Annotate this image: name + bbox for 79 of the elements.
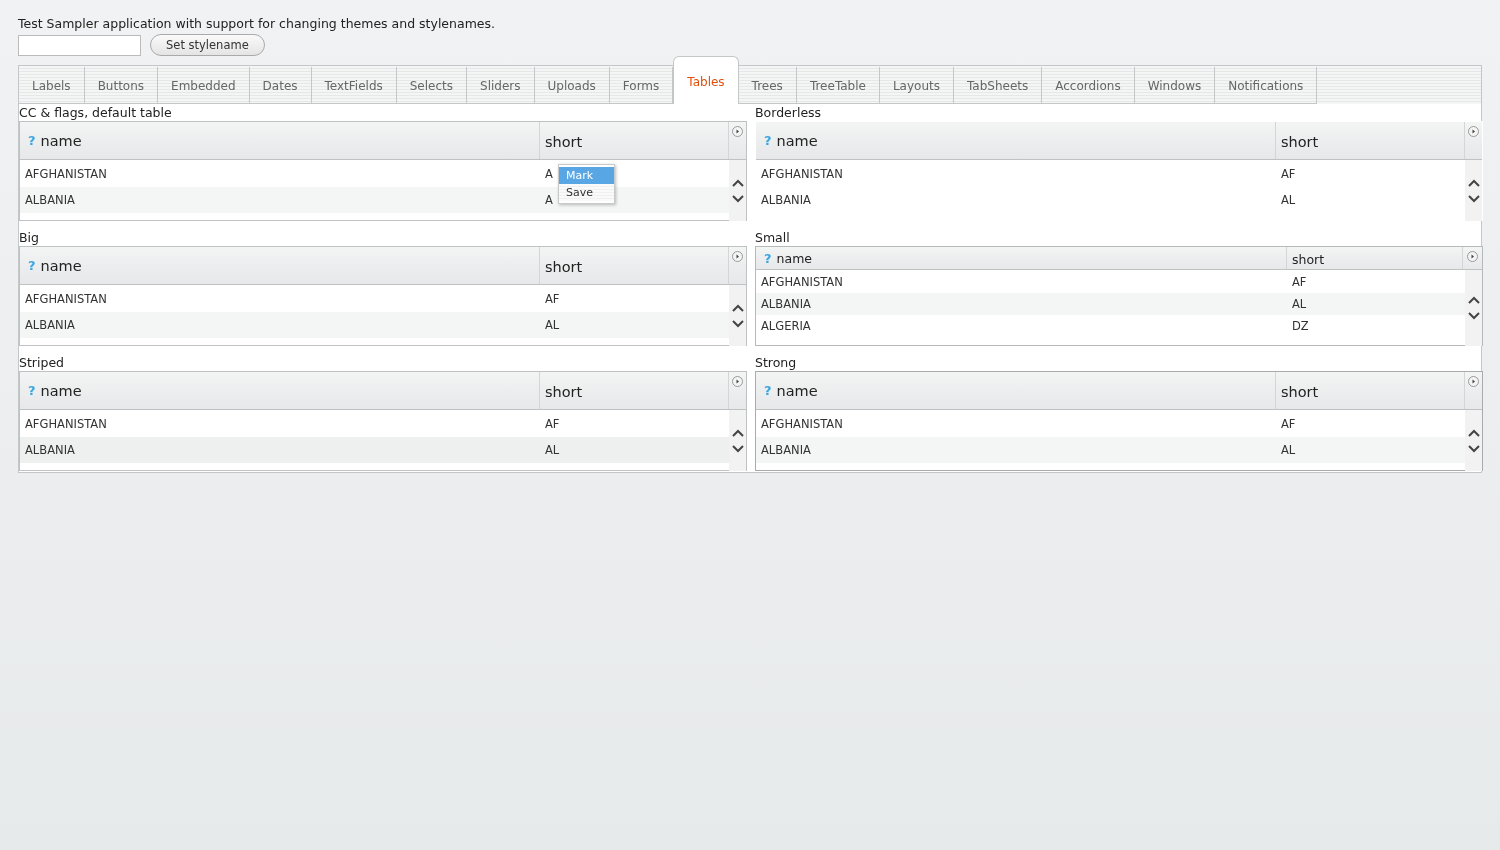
table-cell: AL — [1292, 297, 1307, 311]
column-selector-icon[interactable] — [1468, 376, 1479, 387]
table-cell-text: ALBANIA — [24, 443, 76, 457]
column-title: name — [40, 382, 82, 399]
column-header[interactable]: short — [540, 372, 729, 409]
table-cell-text: ALBANIA — [760, 443, 812, 457]
scroll-up-icon[interactable] — [731, 303, 744, 312]
column-title: name — [40, 257, 82, 274]
table-caption: Big — [19, 229, 40, 246]
table-cell-text: AFGHANISTAN — [760, 417, 844, 431]
help-icon: ? — [28, 258, 36, 273]
table-cell-text: AFGHANISTAN — [760, 167, 844, 181]
scroll-down-icon[interactable] — [731, 319, 744, 328]
help-icon: ? — [764, 383, 772, 398]
scroll-down-icon[interactable] — [1467, 194, 1480, 203]
column-title: name — [776, 382, 818, 399]
table-cell: AF — [545, 292, 560, 306]
table-caption: Small — [755, 229, 791, 246]
table-cell: DZ — [1292, 319, 1309, 333]
table-cell-text: AFGHANISTAN — [24, 292, 108, 306]
column-selector-icon[interactable] — [732, 126, 743, 137]
column-header[interactable]: ? name — [20, 372, 540, 409]
table-cell: AL — [545, 318, 560, 332]
table-cell: AL — [545, 443, 560, 457]
table-cell-text: ALBANIA — [760, 193, 812, 207]
set-stylename-button[interactable]: Set stylename — [150, 34, 265, 56]
table-cell-text: AFGHANISTAN — [760, 275, 844, 289]
column-selector-icon[interactable] — [1468, 126, 1479, 137]
column-selector-icon[interactable] — [732, 251, 743, 262]
help-icon: ? — [764, 250, 772, 266]
table-cell: AF — [1281, 417, 1296, 431]
description-text: Test Sampler application with support for changing themes and stylenames. — [18, 16, 496, 32]
scroll-down-icon[interactable] — [1467, 312, 1480, 320]
column-header[interactable]: ? name — [756, 372, 1276, 409]
table-cell: AF — [545, 417, 560, 431]
column-title: name — [776, 132, 818, 149]
help-icon: ? — [764, 133, 772, 148]
scroll-up-icon[interactable] — [731, 428, 744, 437]
column-selector-icon[interactable] — [732, 376, 743, 387]
table-cell-text: AFGHANISTAN — [24, 417, 108, 431]
column-title: name — [40, 132, 82, 149]
column-selector-icon[interactable] — [1467, 251, 1478, 262]
column-header[interactable]: ? name — [756, 247, 1287, 269]
table-caption: CC & flags, default table — [19, 104, 173, 121]
table-cell: AL — [1281, 443, 1296, 457]
table-cell: A — [545, 167, 553, 181]
scroll-down-icon[interactable] — [731, 444, 744, 453]
column-header[interactable]: short — [1276, 372, 1465, 409]
table-cell: AF — [1281, 167, 1296, 181]
column-header[interactable]: short — [1276, 122, 1465, 159]
scroll-up-icon[interactable] — [1467, 296, 1480, 304]
table-cell-text: ALBANIA — [24, 193, 76, 207]
table-caption: Borderless — [755, 104, 823, 121]
column-header[interactable]: short — [540, 247, 729, 284]
column-header[interactable]: ? name — [20, 122, 540, 159]
scroll-up-icon[interactable] — [1467, 178, 1480, 187]
help-icon: ? — [28, 133, 36, 148]
column-header[interactable]: short — [1287, 247, 1463, 269]
column-title: name — [776, 250, 812, 266]
help-icon: ? — [28, 383, 36, 398]
table-caption: Striped — [19, 354, 65, 371]
scroll-down-icon[interactable] — [731, 194, 744, 203]
table-cell: AL — [1281, 193, 1296, 207]
stylename-field[interactable] — [18, 34, 141, 56]
table-cell-text: ALGERIA — [760, 319, 812, 333]
scroll-down-icon[interactable] — [1467, 444, 1480, 453]
table-cell-text: AFGHANISTAN — [24, 167, 108, 181]
table-cell: A — [545, 193, 553, 207]
scroll-up-icon[interactable] — [1467, 428, 1480, 437]
tab[interactable]: Tables — [673, 56, 739, 104]
table-cell-text: ALBANIA — [760, 297, 812, 311]
table-cell: AF — [1292, 275, 1307, 289]
column-header[interactable]: short — [540, 122, 729, 159]
table-cell-text: ALBANIA — [24, 318, 76, 332]
menu-item[interactable]: Save — [559, 184, 614, 201]
table-caption: Strong — [755, 354, 798, 371]
column-header[interactable]: ? name — [756, 122, 1276, 159]
column-header[interactable]: ? name — [20, 247, 540, 284]
scroll-up-icon[interactable] — [731, 178, 744, 187]
